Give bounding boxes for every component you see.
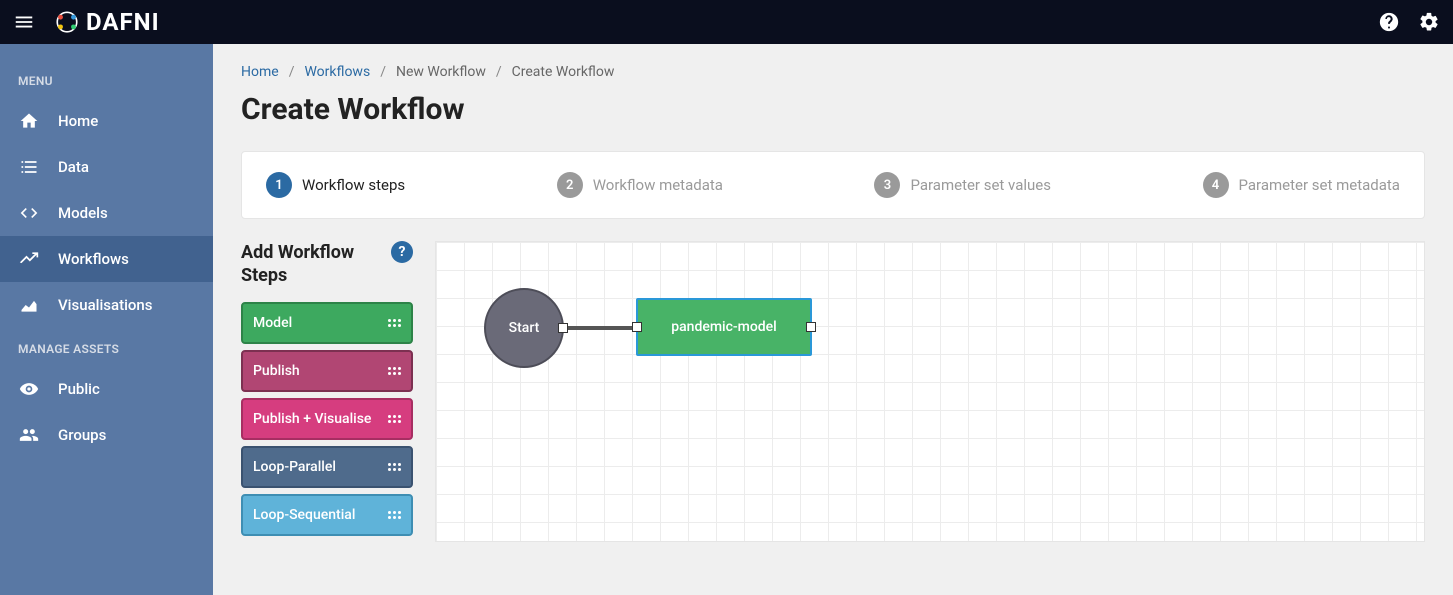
node-input-port[interactable]: [632, 322, 642, 332]
step-label: Workflow steps: [302, 176, 405, 194]
help-icon: ?: [399, 244, 406, 260]
drag-handle-icon: [387, 460, 401, 474]
step-number: 3: [874, 172, 900, 198]
node-label: Start: [509, 320, 540, 336]
eye-icon: [18, 378, 40, 400]
sidebar-section-manage: MANAGE ASSETS: [0, 328, 213, 366]
stepper: 1 Workflow steps 2 Workflow metadata 3 P…: [241, 151, 1425, 219]
settings-button[interactable]: [1417, 10, 1441, 34]
breadcrumb-create-workflow: Create Workflow: [512, 64, 615, 80]
breadcrumb-separator: /: [380, 64, 386, 80]
sidebar-item-workflows[interactable]: Workflows: [0, 236, 213, 282]
step-label: Workflow metadata: [593, 176, 723, 194]
step-workflow-metadata[interactable]: 2 Workflow metadata: [557, 172, 723, 198]
breadcrumb-new-workflow: New Workflow: [396, 64, 486, 80]
list-icon: [18, 156, 40, 178]
sidebar-item-home[interactable]: Home: [0, 98, 213, 144]
sidebar-item-label: Home: [58, 112, 98, 130]
sidebar-item-groups[interactable]: Groups: [0, 412, 213, 458]
sidebar-item-models[interactable]: Models: [0, 190, 213, 236]
step-number: 1: [266, 172, 292, 198]
sidebar-item-public[interactable]: Public: [0, 366, 213, 412]
logo-icon: [54, 9, 80, 35]
menu-icon: [13, 11, 35, 33]
sidebar-section-menu: MENU: [0, 60, 213, 98]
sidebar-item-visualisations[interactable]: Visualisations: [0, 282, 213, 328]
breadcrumb-home[interactable]: Home: [241, 64, 279, 80]
node-output-port[interactable]: [558, 323, 568, 333]
code-icon: [18, 202, 40, 224]
workflow-canvas-wrapper: Start pandemic-model: [435, 241, 1425, 542]
workflow-step-palette: Add Workflow Steps ? Model Publish Publi…: [241, 241, 413, 542]
chip-label: Model: [253, 315, 292, 331]
people-icon: [18, 424, 40, 446]
node-label: pandemic-model: [671, 319, 777, 335]
drag-handle-icon: [387, 508, 401, 522]
app-logo[interactable]: DAFNI: [54, 8, 160, 36]
workflow-icon: [18, 248, 40, 270]
drag-handle-icon: [387, 364, 401, 378]
breadcrumb-workflows[interactable]: Workflows: [304, 64, 370, 80]
chart-area-icon: [18, 294, 40, 316]
step-label: Parameter set metadata: [1239, 176, 1400, 194]
step-workflow-steps[interactable]: 1 Workflow steps: [266, 172, 405, 198]
breadcrumb-separator: /: [289, 64, 295, 80]
chip-label: Publish + Visualise: [253, 411, 371, 427]
chip-label: Loop-Sequential: [253, 507, 355, 523]
palette-chip-publish-visualise[interactable]: Publish + Visualise: [241, 398, 413, 440]
workflow-node-model[interactable]: pandemic-model: [636, 298, 812, 356]
home-icon: [18, 110, 40, 132]
breadcrumb-separator: /: [496, 64, 502, 80]
step-number: 4: [1203, 172, 1229, 198]
sidebar-item-label: Groups: [58, 426, 106, 444]
drag-handle-icon: [387, 412, 401, 426]
chip-label: Loop-Parallel: [253, 459, 336, 475]
help-icon: [1378, 11, 1400, 33]
palette-help-button[interactable]: ?: [391, 241, 413, 263]
workflow-node-start[interactable]: Start: [484, 288, 564, 368]
main-content: Home / Workflows / New Workflow / Create…: [213, 44, 1453, 595]
sidebar: MENU Home Data Models Workflows Visualis…: [0, 44, 213, 595]
gear-icon: [1418, 11, 1440, 33]
chip-label: Publish: [253, 363, 300, 379]
palette-title: Add Workflow Steps: [241, 241, 391, 288]
node-output-port[interactable]: [806, 322, 816, 332]
step-label: Parameter set values: [910, 176, 1051, 194]
palette-chip-model[interactable]: Model: [241, 302, 413, 344]
app-name: DAFNI: [86, 8, 160, 36]
breadcrumb: Home / Workflows / New Workflow / Create…: [241, 64, 1425, 80]
sidebar-item-label: Workflows: [58, 250, 129, 268]
sidebar-item-label: Models: [58, 204, 108, 222]
workflow-canvas[interactable]: Start pandemic-model: [435, 241, 1425, 542]
step-parameter-values[interactable]: 3 Parameter set values: [874, 172, 1051, 198]
sidebar-item-label: Public: [58, 380, 100, 398]
hamburger-menu-button[interactable]: [12, 10, 36, 34]
top-bar: DAFNI: [0, 0, 1453, 44]
palette-chip-publish[interactable]: Publish: [241, 350, 413, 392]
step-number: 2: [557, 172, 583, 198]
sidebar-item-data[interactable]: Data: [0, 144, 213, 190]
sidebar-item-label: Visualisations: [58, 296, 153, 314]
palette-chip-loop-sequential[interactable]: Loop-Sequential: [241, 494, 413, 536]
palette-chip-loop-parallel[interactable]: Loop-Parallel: [241, 446, 413, 488]
page-title: Create Workflow: [241, 92, 1425, 127]
drag-handle-icon: [387, 316, 401, 330]
sidebar-item-label: Data: [58, 158, 89, 176]
workflow-edge[interactable]: [564, 326, 636, 330]
step-parameter-metadata[interactable]: 4 Parameter set metadata: [1203, 172, 1400, 198]
help-button[interactable]: [1377, 10, 1401, 34]
